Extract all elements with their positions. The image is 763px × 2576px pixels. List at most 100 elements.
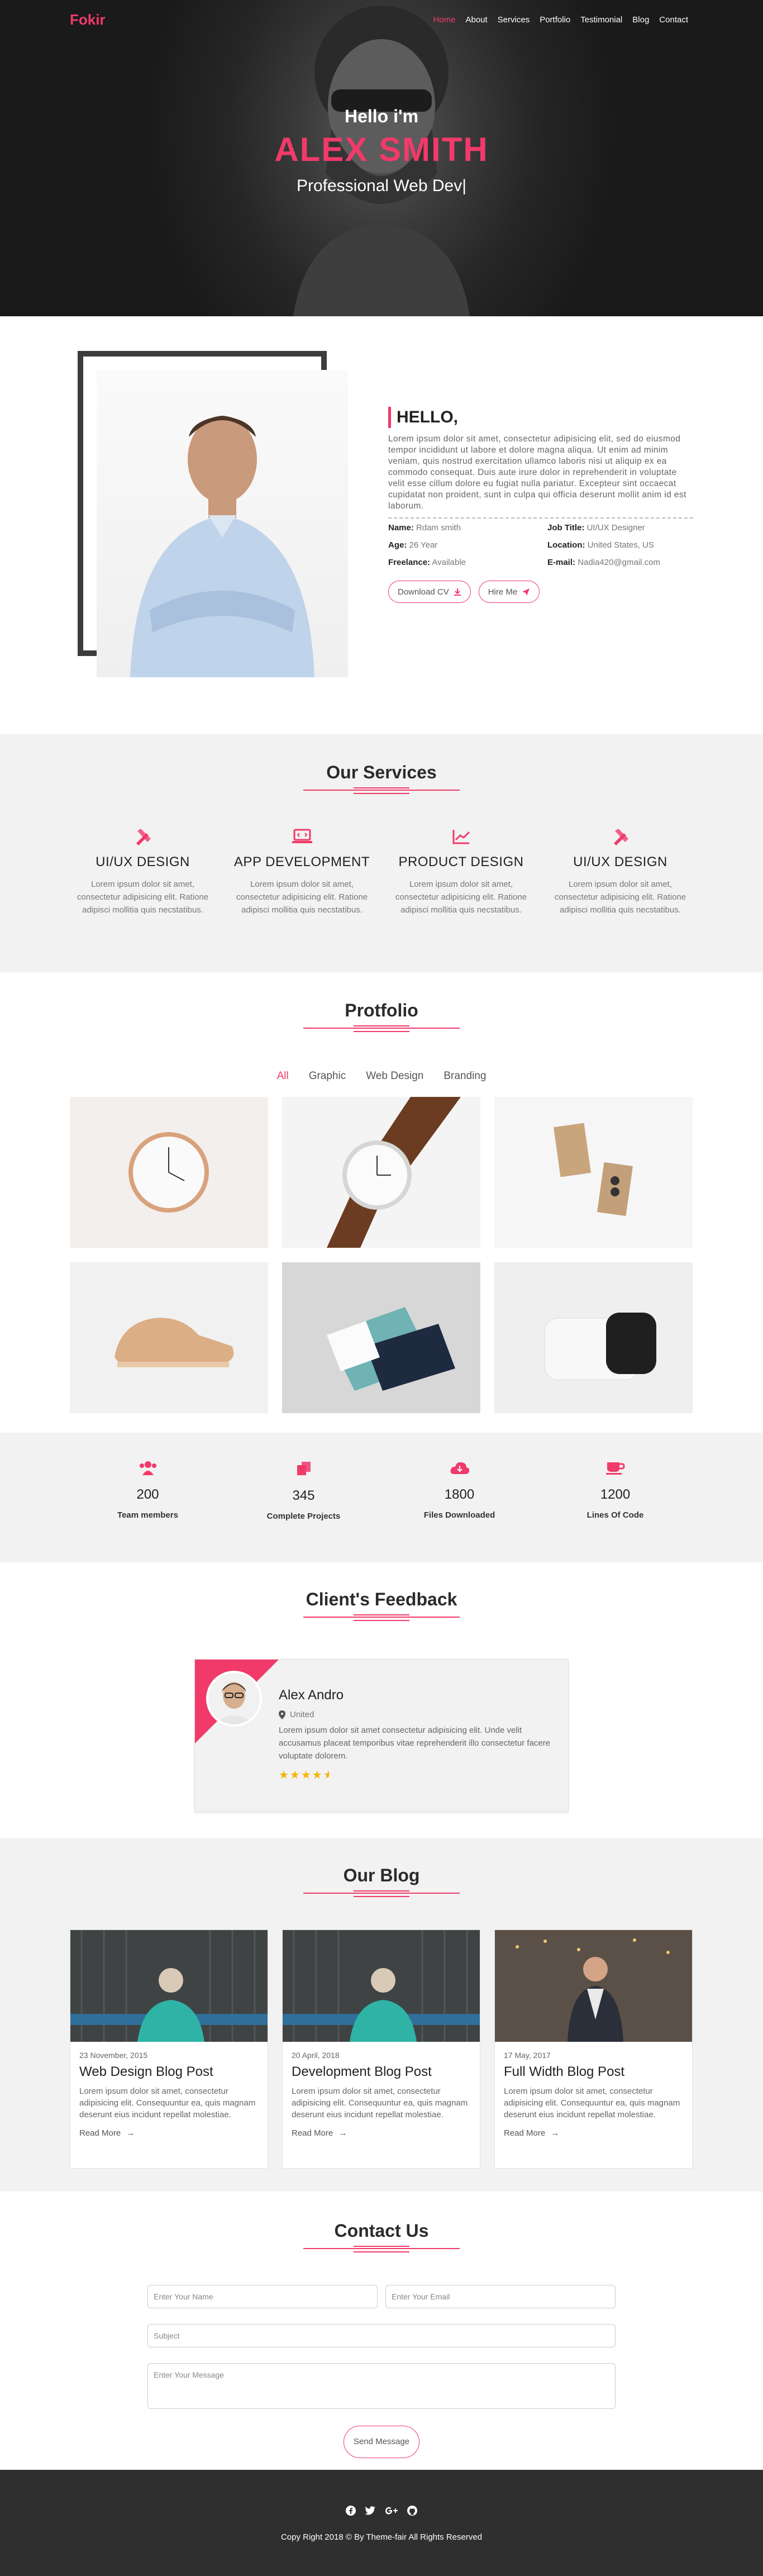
nav-item-contact[interactable]: Contact	[654, 15, 693, 25]
post-title[interactable]: Full Width Blog Post	[504, 2064, 683, 2080]
filter-branding[interactable]: Branding	[444, 1070, 486, 1082]
blog-post-image[interactable]	[283, 1930, 480, 2042]
nav-item-services[interactable]: Services	[493, 15, 535, 25]
testimonial-card: Alex Andro United Lorem ipsum dolor sit …	[194, 1659, 569, 1812]
google-plus-icon[interactable]	[385, 2506, 398, 2516]
read-more-link[interactable]: Read More →	[292, 2128, 471, 2138]
about-divider	[388, 517, 693, 519]
services-list: UI/UX DESIGN Lorem ipsum dolor sit amet,…	[70, 826, 693, 916]
cloud-download-icon	[450, 1462, 469, 1474]
post-date: 23 November, 2015	[79, 2051, 148, 2060]
email-field[interactable]: Enter Your Email	[385, 2285, 616, 2308]
post-date: 17 May, 2017	[504, 2051, 551, 2060]
nav-item-testimonial[interactable]: Testimonial	[575, 15, 627, 25]
post-title[interactable]: Development Blog Post	[292, 2064, 471, 2080]
title-underline	[303, 1025, 460, 1032]
logo[interactable]: Fokir	[70, 11, 106, 28]
portfolio-item-brand-cards[interactable]	[282, 1262, 480, 1413]
coffee-icon	[605, 1462, 625, 1475]
copyright-text: Copy Right 2018 © By Theme-fair All Righ…	[280, 2532, 483, 2542]
pencil-ruler-icon	[136, 829, 151, 845]
hero-name: ALEX SMITH	[274, 131, 489, 168]
filter-graphic[interactable]: Graphic	[309, 1070, 346, 1082]
about-heading: HELLO,	[388, 407, 693, 428]
portfolio-filters: All Graphic Web Design Branding	[70, 1070, 693, 1082]
detail-email: E-mail: Nadia420@gmail.com	[547, 558, 660, 567]
star-rating: ★★★★★	[279, 1769, 329, 1781]
paper-plane-icon	[522, 588, 530, 596]
footer: Copy Right 2018 © By Theme-fair All Righ…	[0, 2470, 763, 2576]
hero-greeting: Hello i'm	[344, 106, 419, 126]
nav-item-about[interactable]: About	[460, 15, 492, 25]
service-item: APP DEVELOPMENT Lorem ipsum dolor sit am…	[229, 826, 375, 916]
detail-location: Location: United States, US	[547, 540, 654, 550]
filter-web-design[interactable]: Web Design	[366, 1070, 423, 1082]
portfolio-item-wall-clock[interactable]	[70, 1097, 268, 1248]
blog-post-image[interactable]	[495, 1930, 692, 2042]
facebook-icon[interactable]	[346, 2506, 356, 2516]
title-underline	[303, 2246, 460, 2252]
download-icon	[454, 588, 461, 596]
contact-form: Enter Your Name Enter Your Email Subject…	[147, 2285, 616, 2458]
portfolio-item-wrist-watch[interactable]	[282, 1097, 480, 1248]
services-section: Our Services UI/UX DESIGN Lorem ipsum do…	[0, 734, 763, 972]
testimonial-body: Alex Andro United Lorem ipsum dolor sit …	[279, 1688, 558, 1782]
post-title[interactable]: Web Design Blog Post	[79, 2064, 259, 2080]
pencil-ruler-icon	[613, 829, 628, 845]
filter-all[interactable]: All	[277, 1070, 289, 1082]
send-message-button[interactable]: Send Message	[344, 2426, 419, 2458]
feedback-title: Client's Feedback	[306, 1589, 457, 1609]
contact-section: Contact Us Enter Your Name Enter Your Em…	[0, 2192, 763, 2470]
nav-menu: Home About Services Portfolio Testimonia…	[428, 15, 693, 25]
client-avatar	[206, 1671, 262, 1727]
blog-post: 17 May, 2017 Full Width Blog Post Lorem …	[494, 1929, 693, 2169]
nav-item-home[interactable]: Home	[428, 15, 460, 25]
hire-me-button[interactable]: Hire Me	[478, 581, 540, 603]
testimonial-text: Lorem ipsum dolor sit amet consectetur a…	[279, 1726, 551, 1761]
nav-item-portfolio[interactable]: Portfolio	[535, 15, 575, 25]
read-more-link[interactable]: Read More →	[79, 2128, 259, 2138]
name-field[interactable]: Enter Your Name	[147, 2285, 378, 2308]
message-field[interactable]: Enter Your Message	[147, 2363, 616, 2409]
copy-icon	[297, 1462, 311, 1475]
arrow-right-icon: →	[126, 2128, 135, 2138]
stat-item: 345 Complete Projects	[226, 1461, 382, 1521]
blog-list: 23 November, 2015 Web Design Blog Post L…	[70, 1929, 693, 2169]
download-cv-button[interactable]: Download CV	[388, 581, 471, 603]
social-links	[0, 2506, 763, 2516]
service-item: PRODUCT DESIGN Lorem ipsum dolor sit ame…	[388, 826, 534, 916]
about-photo	[97, 370, 348, 677]
blog-title: Our Blog	[343, 1865, 420, 1885]
feedback-section: Client's Feedback Alex Andro United Lore…	[0, 1562, 763, 1838]
title-underline	[303, 1614, 460, 1621]
portfolio-item-sneaker[interactable]	[70, 1262, 268, 1413]
services-title: Our Services	[326, 762, 437, 782]
portfolio-item-business-cards[interactable]	[494, 1097, 693, 1248]
detail-freelance: Freelance: Available	[388, 558, 466, 567]
chart-line-icon	[452, 830, 470, 844]
blog-post-image[interactable]	[70, 1930, 268, 2042]
post-date: 20 April, 2018	[292, 2051, 340, 2060]
arrow-right-icon: →	[338, 2128, 347, 2138]
github-icon[interactable]	[407, 2506, 417, 2516]
detail-job-title: Job Title: UI/UX Designer	[547, 523, 645, 533]
blog-section: Our Blog 23 November, 2015 Web Design Bl…	[0, 1838, 763, 2192]
portfolio-section: Protfolio All Graphic Web Design Brandin…	[0, 972, 763, 1433]
hero-section: Fokir Home About Services Portfolio Test…	[0, 0, 763, 316]
stat-item: 200 Team members	[70, 1461, 226, 1521]
about-info: HELLO, Lorem ipsum dolor sit amet, conse…	[388, 407, 693, 603]
portfolio-grid	[70, 1097, 693, 1413]
about-buttons: Download CV Hire Me	[388, 581, 693, 603]
portfolio-title: Protfolio	[345, 1000, 418, 1020]
about-details: Name: Rdam smith Job Title: UI/UX Design…	[388, 523, 693, 567]
read-more-link[interactable]: Read More →	[504, 2128, 683, 2138]
contact-title: Contact Us	[334, 2221, 429, 2241]
twitter-icon[interactable]	[365, 2506, 376, 2516]
portfolio-item-portable-speaker[interactable]	[494, 1262, 693, 1413]
title-underline	[303, 787, 460, 794]
hero-text: Hello i'm ALEX SMITH Professional Web De…	[0, 106, 763, 196]
subject-field[interactable]: Subject	[147, 2324, 616, 2347]
nav-item-blog[interactable]: Blog	[627, 15, 654, 25]
about-section: HELLO, Lorem ipsum dolor sit amet, conse…	[0, 316, 763, 734]
stat-item: 1800 Files Downloaded	[382, 1461, 537, 1521]
